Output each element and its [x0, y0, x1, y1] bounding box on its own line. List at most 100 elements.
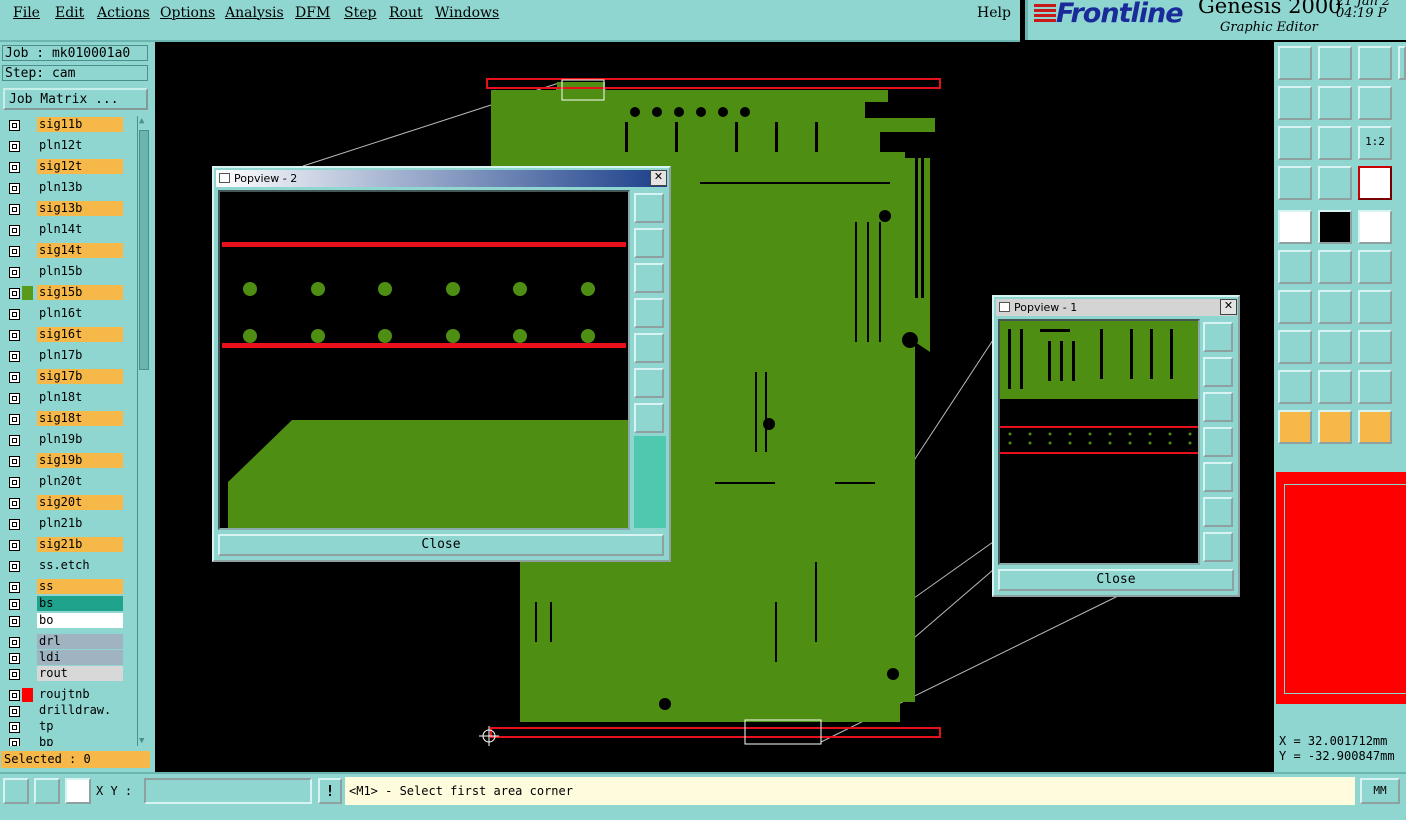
layer-name[interactable]: sig11b [37, 117, 123, 132]
layer-row[interactable]: pln17b [3, 347, 127, 365]
layer-name[interactable]: sig14t [37, 243, 123, 258]
layer-name[interactable]: pln14t [37, 222, 123, 237]
layer-name[interactable]: bp [37, 735, 123, 746]
layer-name[interactable]: bs [37, 596, 123, 611]
zoom-out-button[interactable] [634, 403, 664, 433]
layer-name[interactable]: sig18t [37, 411, 123, 426]
layer-name[interactable]: ldi [37, 650, 123, 665]
layer-checkbox[interactable] [9, 477, 20, 488]
layer-checkbox[interactable] [9, 637, 20, 648]
layer-checkbox[interactable] [9, 669, 20, 680]
zoom-out-button[interactable] [1203, 532, 1233, 562]
layer-row[interactable]: sig16t [3, 326, 127, 344]
layer-checkbox[interactable] [9, 351, 20, 362]
menu-analysis[interactable]: Analysis [225, 5, 284, 21]
popview-1-close-button[interactable]: Close [998, 569, 1234, 591]
layer-checkbox[interactable] [9, 330, 20, 341]
layer-row[interactable]: sig15b [3, 284, 127, 302]
snap-icon[interactable] [1358, 250, 1392, 284]
layer-checkbox[interactable] [9, 519, 20, 530]
layer-checkbox[interactable] [9, 393, 20, 404]
popview-1-view[interactable] [998, 319, 1200, 565]
select-shape-icon[interactable] [1358, 410, 1392, 444]
snap-center-icon[interactable] [65, 778, 91, 804]
layer-row[interactable]: pln16t [3, 305, 127, 323]
move-right-icon[interactable] [1318, 86, 1352, 120]
layer-row[interactable]: ss [3, 578, 127, 596]
menu-file[interactable]: File [13, 5, 40, 21]
popview-2-view[interactable] [218, 190, 630, 530]
zoom-home-button[interactable] [1203, 322, 1233, 352]
triangle-icon[interactable] [1278, 370, 1312, 404]
dash-icon[interactable] [1318, 330, 1352, 364]
pad-add-icon[interactable] [1278, 330, 1312, 364]
home-icon[interactable] [1358, 46, 1392, 80]
line-icon[interactable] [1318, 290, 1352, 324]
scale-1-2-icon[interactable]: 1:2 [1358, 126, 1392, 160]
layer-checkbox[interactable] [9, 653, 20, 664]
layer-name[interactable]: sig19b [37, 453, 123, 468]
menu-edit[interactable]: Edit [55, 5, 84, 21]
pan-up-button[interactable] [1203, 357, 1233, 387]
layer-row[interactable]: pln12t [3, 137, 127, 155]
layer-checkbox[interactable] [9, 498, 20, 509]
popview-2-window[interactable]: Popview - 2 ✕ Close [212, 166, 671, 562]
zoom-center-icon[interactable] [1318, 126, 1352, 160]
layer-list-scrollbar[interactable]: ▲ ▼ [137, 116, 151, 746]
layer-name[interactable]: pln13b [37, 180, 123, 195]
menu-step[interactable]: Step [344, 5, 376, 21]
arc-icon[interactable] [1358, 290, 1392, 324]
layer-name[interactable]: pln16t [37, 306, 123, 321]
popview-1-window[interactable]: Popview - 1 ✕ Close [992, 295, 1240, 597]
layer-name[interactable]: drl [37, 634, 123, 649]
layer-checkbox[interactable] [9, 141, 20, 152]
move-down-icon[interactable] [1318, 46, 1352, 80]
toolbar-overflow[interactable] [1398, 46, 1406, 80]
layer-name[interactable]: pln21b [37, 516, 123, 531]
layer-name[interactable]: sig13b [37, 201, 123, 216]
pan-right-button[interactable] [634, 333, 664, 363]
layer-checkbox[interactable] [9, 225, 20, 236]
zoom-in-button[interactable] [1203, 497, 1233, 527]
layer-checkbox[interactable] [9, 690, 20, 701]
probe-icon[interactable] [1318, 166, 1352, 200]
layer-name[interactable]: sig16t [37, 327, 123, 342]
triangle-up-icon[interactable] [1318, 370, 1352, 404]
layer-name[interactable]: pln18t [37, 390, 123, 405]
pan-up-button[interactable] [634, 228, 664, 258]
menu-help[interactable]: Help [977, 5, 1011, 21]
layer-row[interactable]: sig13b [3, 200, 127, 218]
menu-rout[interactable]: Rout [389, 5, 423, 21]
undo-view-icon[interactable] [1358, 86, 1392, 120]
layer-checkbox[interactable] [9, 561, 20, 572]
move-left-icon[interactable] [1278, 86, 1312, 120]
job-matrix-button[interactable]: Job Matrix ... [3, 88, 148, 110]
layer-row[interactable]: sig11b [3, 116, 127, 134]
close-icon[interactable]: ✕ [1220, 299, 1237, 315]
connect-icon[interactable] [1278, 250, 1312, 284]
xy-input[interactable] [144, 778, 312, 804]
layer-checkbox[interactable] [9, 288, 20, 299]
layer-name[interactable]: pln19b [37, 432, 123, 447]
scroll-down-icon[interactable]: ▼ [139, 736, 144, 746]
triangle-text-icon[interactable] [1358, 370, 1392, 404]
menu-actions[interactable]: Actions [97, 5, 150, 21]
layer-name[interactable]: pln15b [37, 264, 123, 279]
warning-button[interactable]: ! [318, 778, 342, 804]
layer-row[interactable]: sig17b [3, 368, 127, 386]
layer-name[interactable]: drilldraw. [37, 703, 123, 718]
scroll-thumb[interactable] [139, 130, 149, 370]
move-up-icon[interactable] [1278, 46, 1312, 80]
layer-checkbox[interactable] [9, 582, 20, 593]
layer-checkbox[interactable] [9, 204, 20, 215]
units-button[interactable]: MM [1360, 778, 1400, 804]
layer-row[interactable]: pln15b [3, 263, 127, 281]
layer-name[interactable]: sig15b [37, 285, 123, 300]
layer-name[interactable]: sig17b [37, 369, 123, 384]
layer-checkbox[interactable] [9, 372, 20, 383]
measure-icon[interactable] [1358, 166, 1392, 200]
layer-checkbox[interactable] [9, 309, 20, 320]
layer-row[interactable]: sig14t [3, 242, 127, 260]
layer-checkbox[interactable] [9, 456, 20, 467]
layer-row[interactable]: sig21b [3, 536, 127, 554]
